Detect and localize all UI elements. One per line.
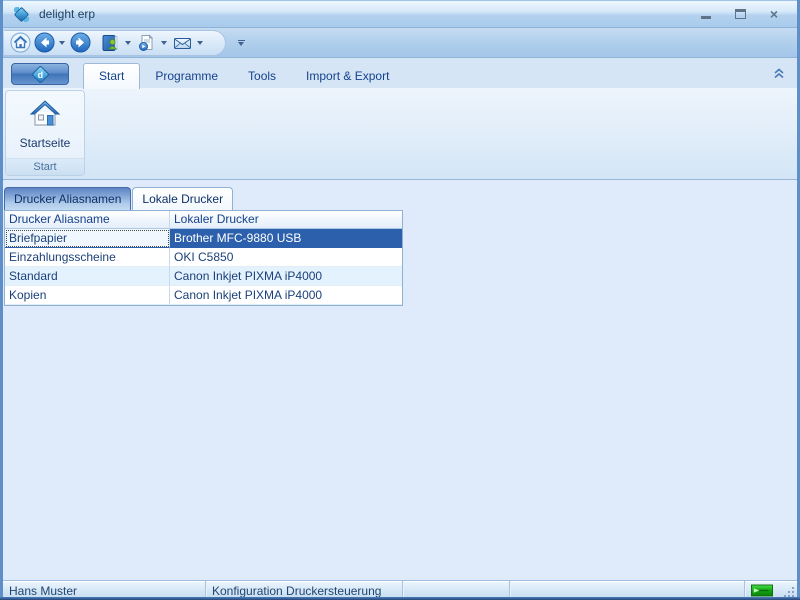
quick-access-toolbar (3, 28, 797, 58)
view-tab-strip: Drucker Aliasnamen Lokale Drucker (4, 187, 233, 210)
startseite-button[interactable]: Startseite (6, 91, 84, 158)
ribbon-tab-programme[interactable]: Programme (140, 64, 233, 88)
address-book-button[interactable] (99, 32, 121, 54)
cell-alias[interactable]: Kopien (5, 286, 170, 305)
close-button[interactable]: × (767, 7, 781, 21)
cell-alias[interactable]: Briefpapier (5, 229, 170, 248)
minimize-icon (701, 16, 711, 19)
statusbar-context: Konfiguration Druckersteuerung (206, 581, 403, 600)
cell-alias[interactable]: Standard (5, 267, 170, 286)
forward-button[interactable] (69, 32, 91, 54)
table-row[interactable]: Kopien Canon Inkjet PIXMA iP4000 (5, 286, 402, 305)
app-window: delight erp × (0, 0, 800, 600)
tab-lokale-drucker[interactable]: Lokale Drucker (132, 187, 233, 210)
collapse-ribbon-chevron-icon[interactable] (773, 68, 785, 82)
startseite-button-label: Startseite (20, 136, 71, 150)
table-row[interactable]: Briefpapier Brother MFC-9880 USB (5, 229, 402, 248)
app-logo-icon (13, 6, 30, 23)
ribbon-group-caption: Start (6, 158, 84, 175)
toolbar-options-icon[interactable] (234, 36, 248, 50)
statusbar-panel-empty-2 (510, 581, 745, 600)
ribbon-body: Startseite Start (3, 88, 797, 180)
statusbar-user: Hans Muster (3, 581, 206, 600)
ribbon-tab-start[interactable]: Start (83, 63, 140, 89)
back-button[interactable] (33, 32, 55, 54)
address-book-icon (100, 33, 120, 53)
application-button[interactable]: d (11, 63, 69, 85)
ribbon-tab-import-export[interactable]: Import & Export (291, 64, 404, 88)
startseite-house-icon (28, 97, 62, 131)
statusbar-panel-empty-1 (403, 581, 510, 600)
table-header-row: Drucker Aliasname Lokaler Drucker (5, 211, 402, 229)
titlebar: delight erp × (3, 0, 797, 28)
table-body: Briefpapier Brother MFC-9880 USB Einzahl… (5, 229, 402, 305)
statusbar: Hans Muster Konfiguration Druckersteueru… (3, 580, 797, 600)
column-header-alias[interactable]: Drucker Aliasname (5, 211, 170, 229)
home-icon (10, 32, 31, 53)
report-dropdown-caret[interactable] (159, 32, 169, 54)
window-title: delight erp (39, 7, 95, 21)
cell-printer[interactable]: OKI C5850 (170, 248, 402, 267)
mail-icon (172, 33, 193, 53)
cell-printer[interactable]: Canon Inkjet PIXMA iP4000 (170, 267, 402, 286)
ribbon-tab-tools[interactable]: Tools (233, 64, 291, 88)
window-controls: × (699, 7, 787, 21)
column-header-printer[interactable]: Lokaler Drucker (170, 211, 402, 229)
resize-grip-icon[interactable] (779, 581, 797, 600)
tab-drucker-aliasnamen[interactable]: Drucker Aliasnamen (4, 187, 131, 210)
mail-button[interactable] (171, 32, 193, 54)
main-content: Drucker Aliasnamen Lokale Drucker Drucke… (3, 180, 797, 580)
printer-alias-table: Drucker Aliasname Lokaler Drucker Briefp… (4, 210, 403, 306)
connection-status-green-icon[interactable] (745, 581, 779, 600)
cell-alias[interactable]: Einzahlungsscheine (5, 248, 170, 267)
maximize-button[interactable] (733, 7, 747, 21)
report-icon (136, 33, 156, 53)
address-book-dropdown-caret[interactable] (123, 32, 133, 54)
cell-printer[interactable]: Canon Inkjet PIXMA iP4000 (170, 286, 402, 305)
table-row[interactable]: Standard Canon Inkjet PIXMA iP4000 (5, 267, 402, 286)
ribbon-group-start: Startseite Start (5, 90, 85, 176)
minimize-button[interactable] (699, 7, 713, 21)
maximize-icon (735, 9, 746, 19)
app-button-diamond-icon: d (31, 65, 49, 83)
ribbon-tab-row: d Start Programme Tools Import & Export (3, 58, 797, 88)
mail-dropdown-caret[interactable] (195, 32, 205, 54)
report-button[interactable] (135, 32, 157, 54)
cell-printer[interactable]: Brother MFC-9880 USB (170, 229, 402, 248)
home-button[interactable] (9, 32, 31, 54)
back-dropdown-caret[interactable] (57, 32, 67, 54)
forward-icon (70, 32, 91, 53)
toolbar-pill (4, 30, 226, 56)
table-row[interactable]: Einzahlungsscheine OKI C5850 (5, 248, 402, 267)
back-icon (34, 32, 55, 53)
